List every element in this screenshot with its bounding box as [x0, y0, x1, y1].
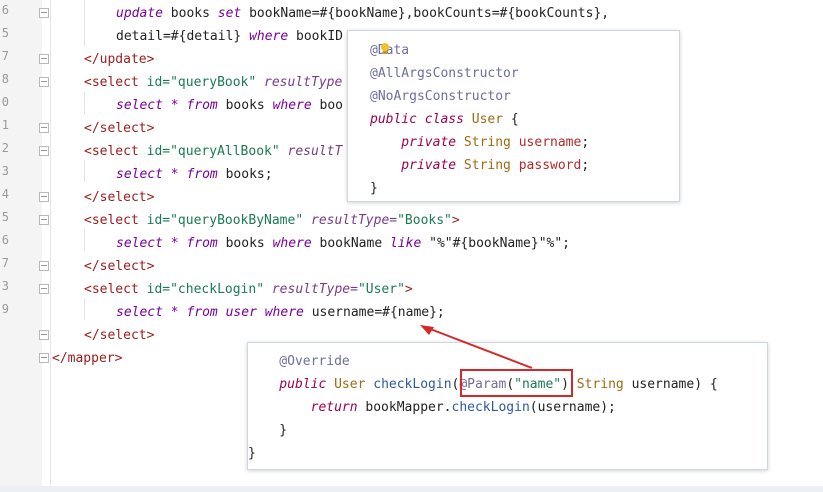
horizontal-scrollbar[interactable]: [0, 486, 823, 492]
annotation-arrow-icon: [420, 325, 533, 369]
